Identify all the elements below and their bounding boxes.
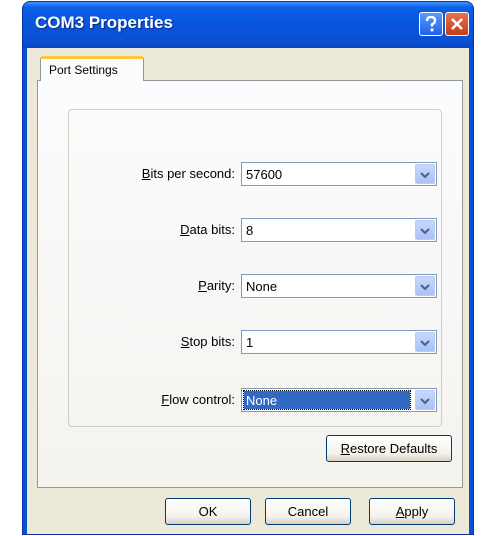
cancel-button[interactable]: Cancel xyxy=(265,498,351,525)
tab-port-settings[interactable]: Port Settings xyxy=(40,56,144,81)
dialog-window: COM3 Properties Port Settings Bits per s… xyxy=(22,1,474,535)
stop-bits-label: Stop bits: xyxy=(180,334,235,349)
data-bits-row: Data bits: 8 xyxy=(69,218,441,242)
apply-button[interactable]: Apply xyxy=(369,498,455,525)
dropdown-button[interactable] xyxy=(415,164,435,184)
combo-value: 8 xyxy=(246,223,254,238)
data-bits-select[interactable]: 8 xyxy=(241,218,437,242)
parity-row: Parity: None xyxy=(69,274,441,298)
flow-control-select[interactable]: None xyxy=(241,388,437,412)
stop-bits-select[interactable]: 1 xyxy=(241,330,437,354)
bits-per-second-label: Bits per second: xyxy=(141,166,235,181)
stop-bits-row: Stop bits: 1 xyxy=(69,330,441,354)
bits-per-second-select[interactable]: 57600 xyxy=(241,162,437,186)
chevron-down-icon xyxy=(420,279,430,294)
combo-value: None xyxy=(246,279,278,294)
chevron-down-icon xyxy=(420,167,430,182)
dropdown-button[interactable] xyxy=(415,276,435,296)
settings-group: Bits per second: 57600 Data bits: 8 Pari… xyxy=(68,109,442,427)
close-button[interactable] xyxy=(445,12,469,36)
flow-control-row: Flow control: None xyxy=(69,388,441,412)
dropdown-button[interactable] xyxy=(415,390,435,410)
tab-label: Port Settings xyxy=(49,63,118,77)
restore-defaults-button[interactable]: Restore Defaults xyxy=(326,435,452,462)
window-title: COM3 Properties xyxy=(35,13,173,32)
ok-button[interactable]: OK xyxy=(165,498,251,525)
combo-value: 1 xyxy=(246,335,254,350)
close-icon xyxy=(450,17,464,31)
help-button[interactable] xyxy=(419,12,443,36)
title-bar[interactable]: COM3 Properties xyxy=(23,2,473,48)
parity-label: Parity: xyxy=(198,278,235,293)
chevron-down-icon xyxy=(420,223,430,238)
chevron-down-icon xyxy=(420,393,430,408)
dialog-client-area: Port Settings Bits per second: 57600 Dat… xyxy=(27,48,469,534)
flow-control-label: Flow control: xyxy=(161,392,235,407)
combo-value: 57600 xyxy=(246,167,283,182)
parity-select[interactable]: None xyxy=(241,274,437,298)
dropdown-button[interactable] xyxy=(415,332,435,352)
data-bits-label: Data bits: xyxy=(180,222,235,237)
combo-value: None xyxy=(243,390,411,410)
tab-panel: Bits per second: 57600 Data bits: 8 Pari… xyxy=(37,80,463,488)
chevron-down-icon xyxy=(420,335,430,350)
help-icon xyxy=(424,16,438,32)
bits-per-second-row: Bits per second: 57600 xyxy=(69,162,441,186)
dropdown-button[interactable] xyxy=(415,220,435,240)
